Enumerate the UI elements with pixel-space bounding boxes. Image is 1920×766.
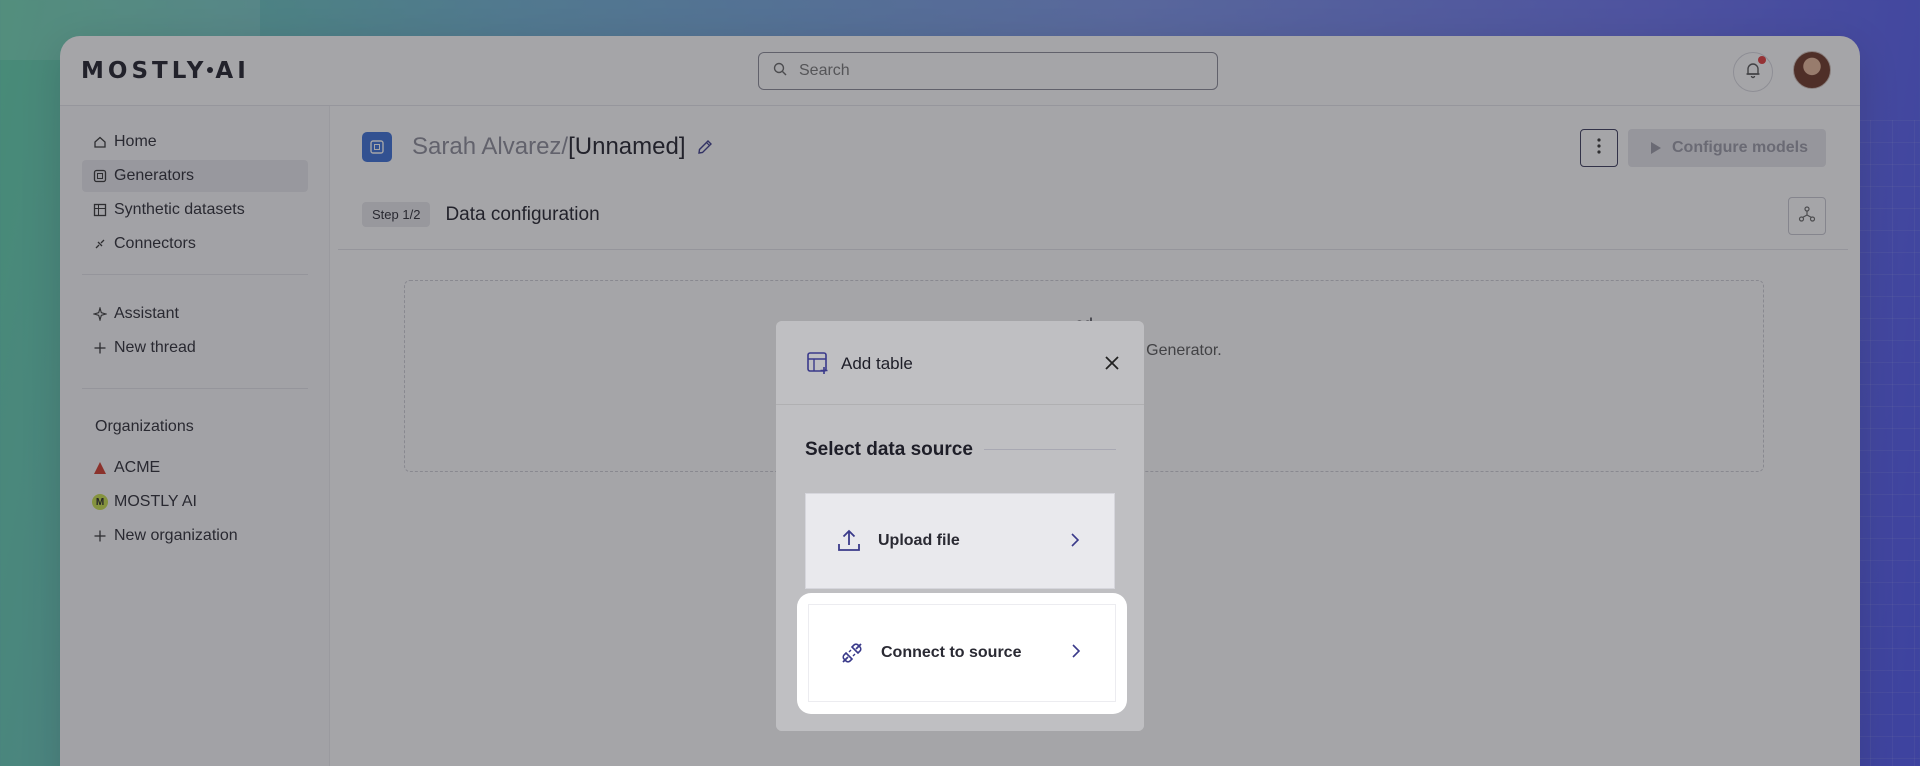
select-source-heading: Select data source: [805, 439, 973, 460]
upload-file-option[interactable]: Upload file: [805, 493, 1115, 589]
close-icon[interactable]: [1101, 352, 1123, 374]
connect-to-source-label: Connect to source: [881, 644, 1022, 661]
chevron-right-icon: [1071, 643, 1081, 664]
upload-file-label: Upload file: [878, 532, 960, 549]
modal-title: Add table: [841, 354, 913, 373]
plug-connect-icon: [839, 640, 865, 666]
heading-rule: [984, 449, 1116, 450]
connect-to-source-option[interactable]: Connect to source: [808, 604, 1116, 702]
add-table-icon: [806, 351, 830, 380]
chevron-right-icon: [1070, 532, 1080, 553]
modal-header: Add table: [776, 321, 1144, 405]
upload-icon: [836, 528, 862, 554]
